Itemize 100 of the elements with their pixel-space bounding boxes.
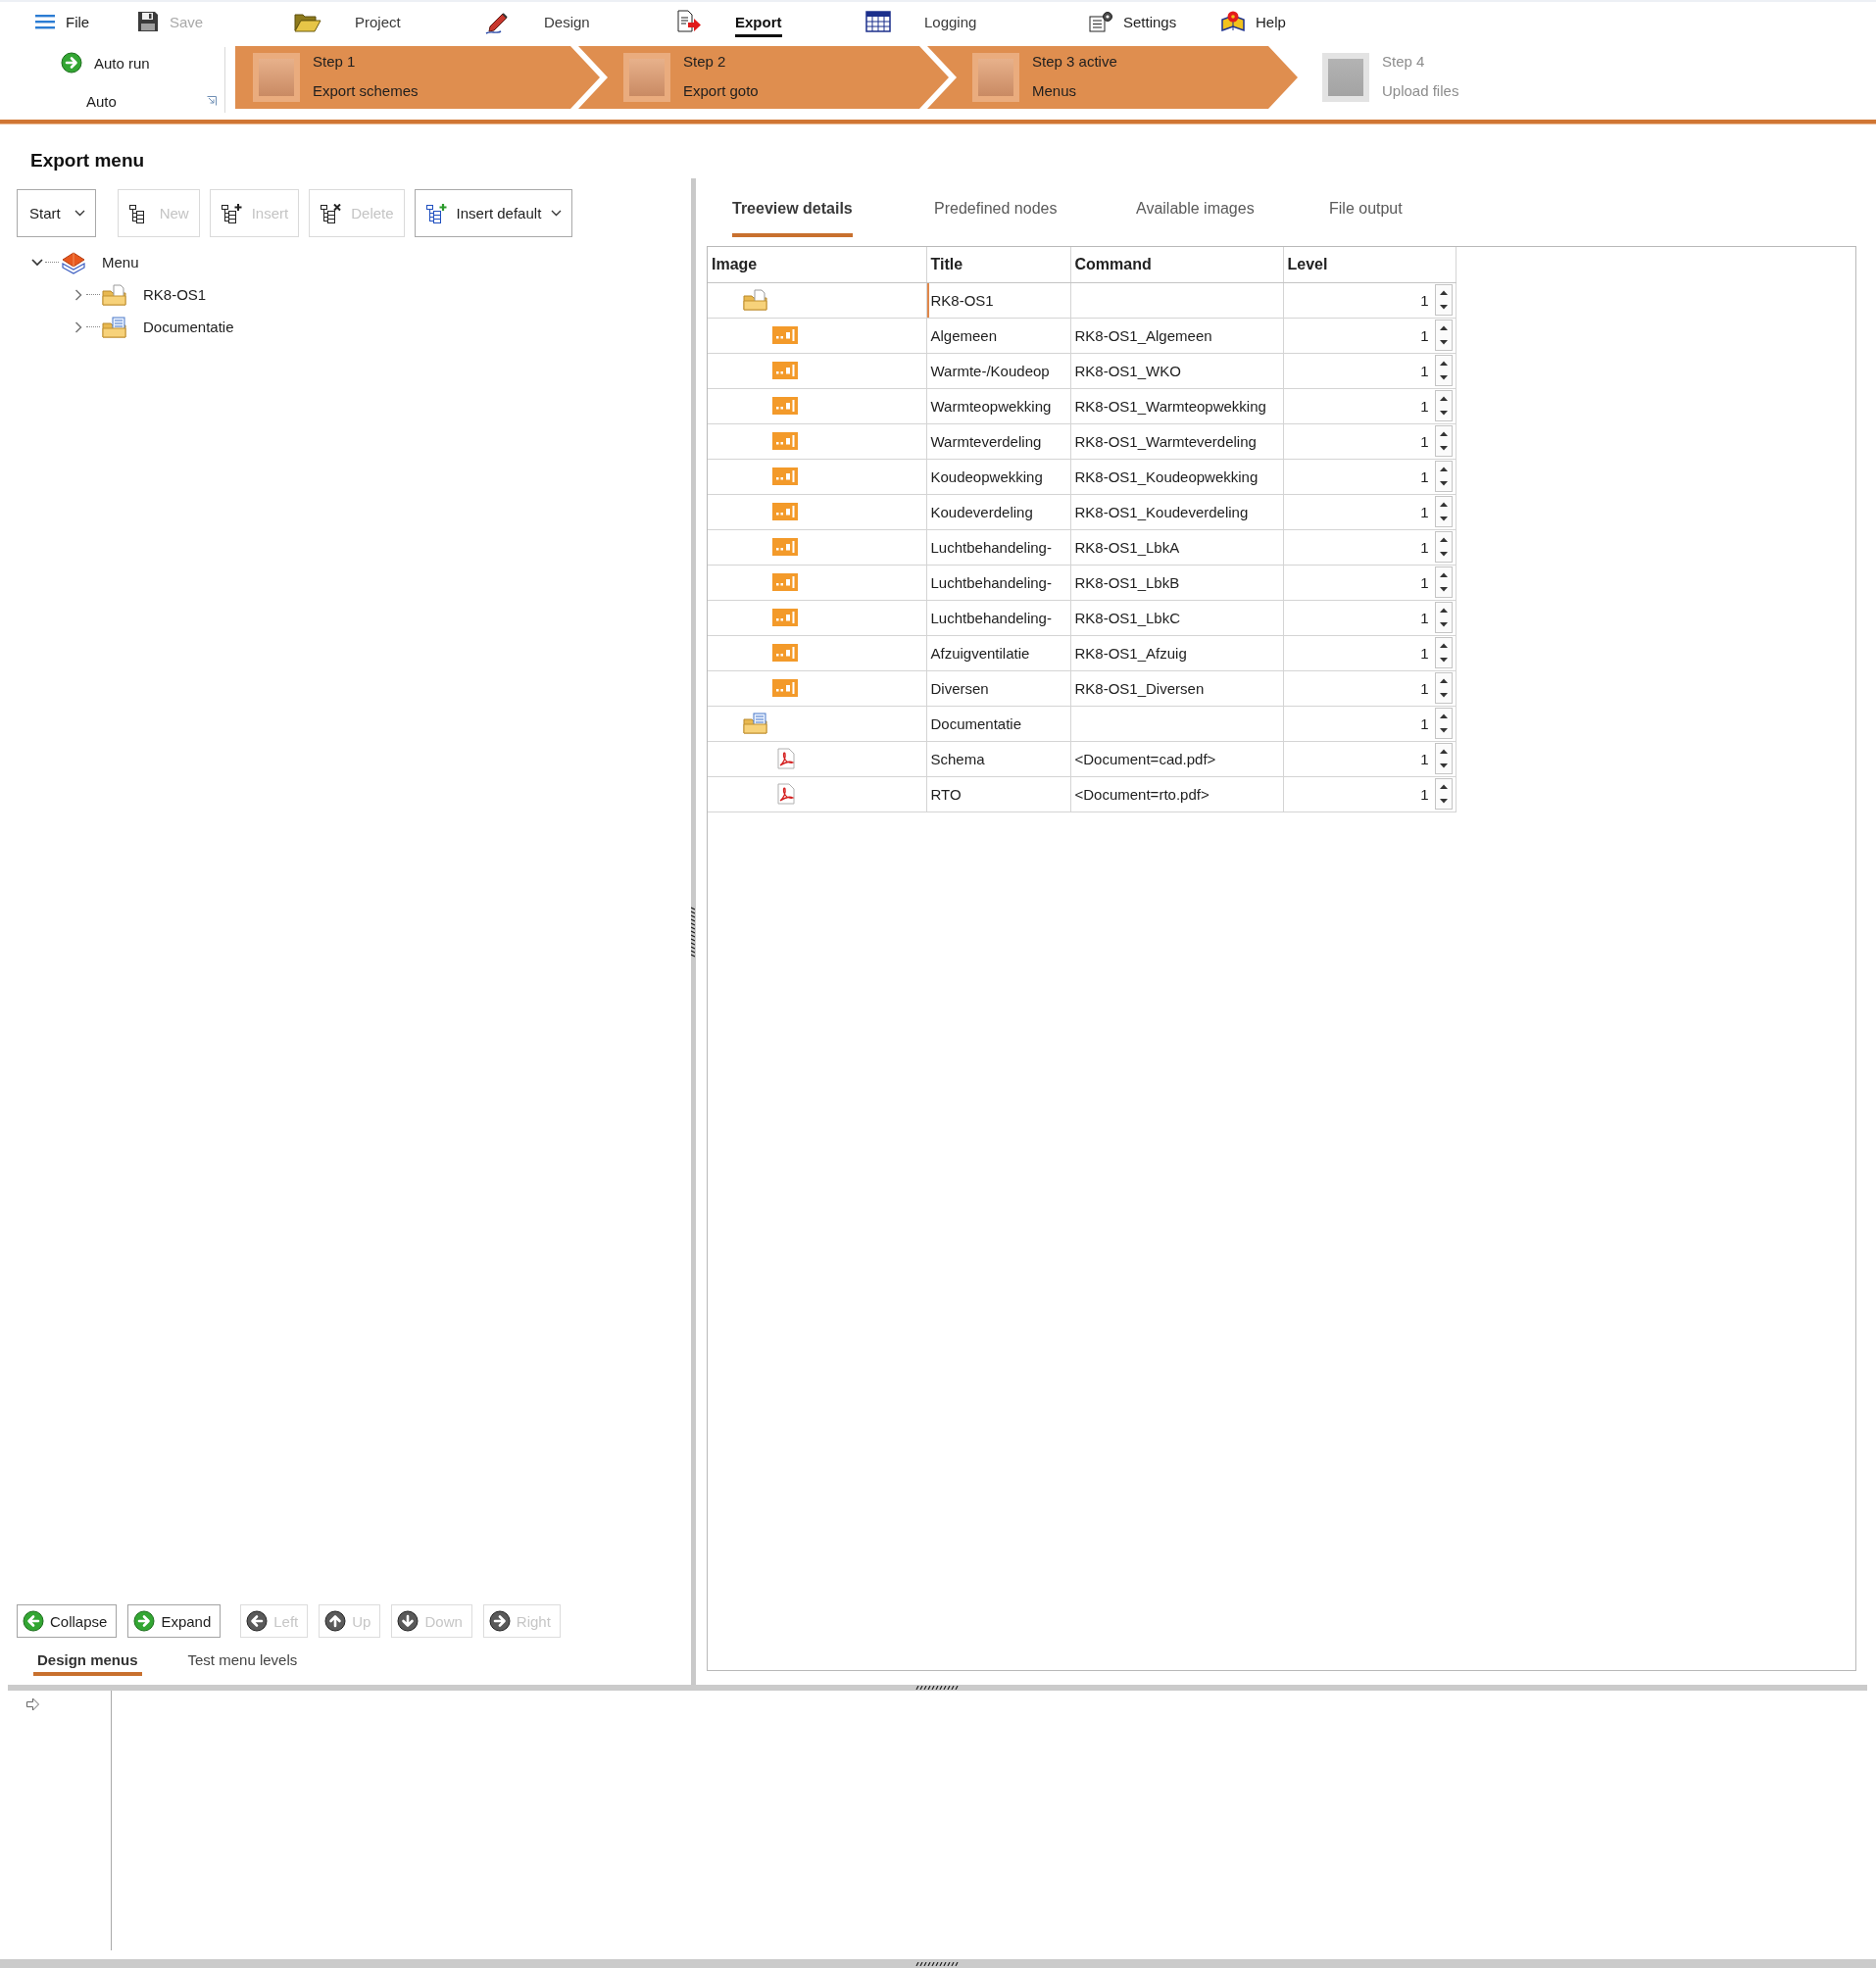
tab[interactable]: Test menu levels xyxy=(183,1647,302,1676)
table-cell: RK8-OS1_Warmteverdeling xyxy=(1070,423,1283,459)
cell-value: 1 xyxy=(1420,573,1429,591)
folder-icon xyxy=(294,11,321,32)
caret-down-icon xyxy=(551,210,563,217)
cell-value: 1 xyxy=(1420,609,1429,626)
chevron-down-icon[interactable] xyxy=(31,258,43,267)
ribbon-tab[interactable]: Logging xyxy=(865,4,977,39)
cell-value: 1 xyxy=(1420,538,1429,556)
spin-button[interactable] xyxy=(1434,531,1453,563)
spin-button[interactable] xyxy=(1434,566,1453,598)
caret-down-icon xyxy=(1439,587,1448,592)
caret-up-icon xyxy=(1439,537,1448,542)
ribbon-tab[interactable]: Project xyxy=(294,4,401,39)
folder-list-icon xyxy=(743,713,768,734)
table-cell: <Document=rto.pdf> xyxy=(1070,776,1283,812)
tool-button[interactable]: Collapse xyxy=(17,1604,118,1638)
ribbon-tab[interactable]: Export xyxy=(676,4,782,39)
table-cell: RK8-OS1_Koudeverdeling xyxy=(1070,494,1283,529)
caret-down-icon xyxy=(1439,446,1448,451)
ribbon-tab[interactable]: Design xyxy=(485,4,590,39)
spin-button[interactable] xyxy=(1434,496,1453,527)
grip-icon[interactable] xyxy=(914,1686,961,1690)
step-subtitle: Menus xyxy=(1032,81,1078,101)
image-placeholder xyxy=(972,53,1019,102)
chevron-right-icon[interactable] xyxy=(74,288,82,301)
table-cell: RK8-OS1_LbkB xyxy=(1070,565,1283,600)
table-cell: Schema xyxy=(926,741,1070,776)
tree-line xyxy=(45,262,59,263)
help-button[interactable]: Help xyxy=(1220,7,1286,36)
table-cell: <Document=cad.pdf> xyxy=(1070,741,1283,776)
spin-button[interactable] xyxy=(1434,320,1453,351)
tab[interactable]: Predefined nodes xyxy=(934,190,1058,237)
pdf-icon xyxy=(776,783,796,805)
table-cell: Luchtbehandeling- xyxy=(926,565,1070,600)
step-subtitle: Upload files xyxy=(1382,81,1459,101)
table-cell: Algemeen xyxy=(926,318,1070,353)
column-header: Image xyxy=(708,247,926,282)
tile-icon xyxy=(772,609,798,626)
tool-button[interactable]: Expand xyxy=(127,1604,222,1638)
tree-item[interactable]: RK8-OS1 xyxy=(143,286,207,303)
auto-run-button[interactable]: Auto run xyxy=(61,51,224,74)
table-cell: Documentatie xyxy=(926,706,1070,741)
dropdown-button[interactable]: Insert default xyxy=(414,189,573,237)
image-placeholder xyxy=(623,53,670,102)
image-placeholder xyxy=(253,53,300,102)
tree-item[interactable]: Documentatie xyxy=(143,319,234,335)
spin-button[interactable] xyxy=(1434,461,1453,492)
spin-button[interactable] xyxy=(1434,637,1453,668)
tile-icon xyxy=(772,362,798,379)
file-menu-button[interactable]: File xyxy=(35,7,90,36)
caret-down-icon xyxy=(74,210,85,217)
spin-button[interactable] xyxy=(1434,390,1453,421)
table-cell: RTO xyxy=(926,776,1070,812)
tree-add-icon xyxy=(424,203,447,223)
tab[interactable]: Design menus xyxy=(33,1647,142,1676)
arrow-right-icon xyxy=(133,1610,156,1632)
pdf-icon xyxy=(776,748,796,769)
settings-button[interactable]: Settings xyxy=(1088,7,1177,36)
spin-button[interactable] xyxy=(1434,284,1453,316)
table-cell: Luchtbehandeling- xyxy=(926,600,1070,635)
chevron-right-icon[interactable] xyxy=(74,320,82,333)
spin-button[interactable] xyxy=(1434,708,1453,739)
tab[interactable]: File output xyxy=(1329,190,1403,237)
caret-up-icon xyxy=(1439,608,1448,613)
tab[interactable]: Treeview details xyxy=(732,190,853,237)
image-placeholder xyxy=(1322,53,1369,102)
group-label: Auto xyxy=(86,92,117,110)
document-arrow-icon xyxy=(676,10,702,33)
table-cell: RK8-OS1 xyxy=(926,282,1070,318)
caret-up-icon xyxy=(1439,713,1448,718)
tab[interactable]: Available images xyxy=(1136,190,1255,237)
table-cell: RK8-OS1_Warmteopwekking xyxy=(1070,388,1283,423)
arrow-right-icon xyxy=(61,52,82,74)
dropdown-button[interactable]: Start xyxy=(17,189,96,237)
caret-up-icon xyxy=(1439,396,1448,401)
tile-icon xyxy=(772,326,798,344)
spin-button[interactable] xyxy=(1434,672,1453,704)
cell-value: 1 xyxy=(1420,397,1429,415)
column-header: Command xyxy=(1070,247,1283,282)
dialog-launcher-icon[interactable] xyxy=(207,96,217,106)
cell-value: 1 xyxy=(1420,362,1429,379)
spin-button[interactable] xyxy=(1434,425,1453,457)
calendar-icon xyxy=(865,11,891,32)
spin-button[interactable] xyxy=(1434,778,1453,810)
panel-title: Export menu xyxy=(30,150,145,172)
table-cell: Luchtbehandeling- xyxy=(926,529,1070,565)
spin-button[interactable] xyxy=(1434,602,1453,633)
tree-item[interactable]: Menu xyxy=(102,254,139,271)
caret-down-icon xyxy=(1439,799,1448,804)
cell-value: 1 xyxy=(1420,750,1429,767)
grip-icon[interactable] xyxy=(915,1961,961,1966)
grip-icon[interactable] xyxy=(691,906,695,958)
spin-button[interactable] xyxy=(1434,355,1453,386)
column-header: Title xyxy=(926,247,1070,282)
tree-remove-icon xyxy=(320,203,342,223)
spin-button[interactable] xyxy=(1434,743,1453,774)
tile-icon xyxy=(772,432,798,450)
caret-up-icon xyxy=(1439,749,1448,754)
tree-line xyxy=(86,326,100,327)
